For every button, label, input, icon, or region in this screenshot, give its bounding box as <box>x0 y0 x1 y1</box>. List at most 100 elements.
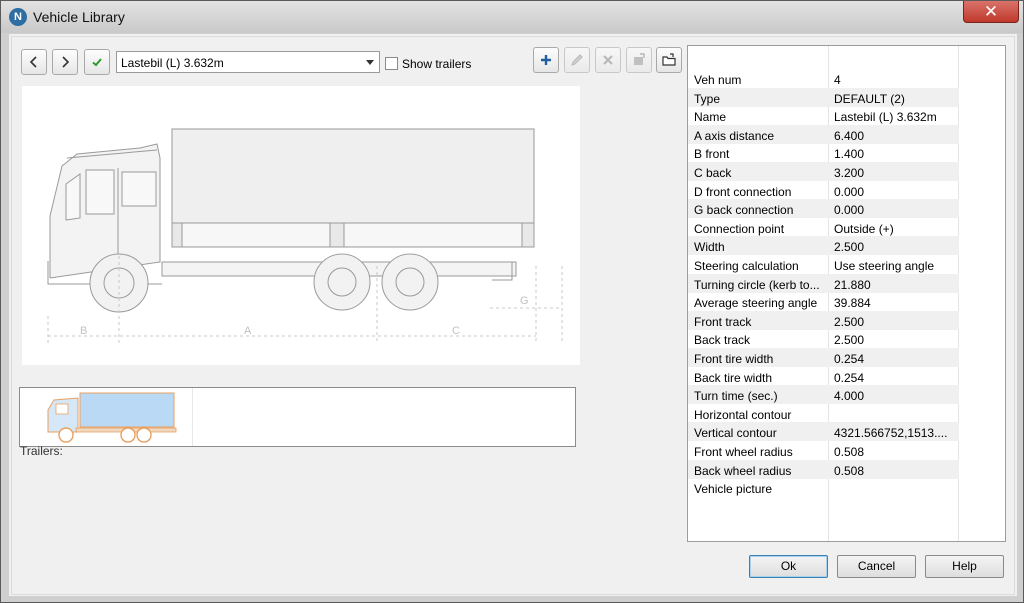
property-value[interactable]: 39.884 <box>834 296 956 310</box>
property-key: Back wheel radius <box>694 463 792 478</box>
property-row[interactable]: G back connection 0.000 <box>688 199 959 219</box>
property-row[interactable]: Back wheel radius 0.508 <box>688 459 959 479</box>
chevron-right-icon <box>62 56 70 68</box>
trailers-label: Trailers: <box>20 444 63 458</box>
properties-grid[interactable]: Veh num 4 Type DEFAULT (2) Name Lastebil (L) … <box>687 45 1006 542</box>
property-row[interactable]: Name Lastebil (L) 3.632m <box>688 106 959 125</box>
property-row[interactable]: Steering calculation Use steering angle <box>688 255 959 274</box>
property-value[interactable]: 2.500 <box>834 333 956 347</box>
property-value[interactable]: 0.000 <box>834 203 956 217</box>
truck-thumbnail-icon <box>47 392 177 443</box>
delete-icon <box>603 55 613 65</box>
property-row[interactable]: C back 3.200 <box>688 162 959 181</box>
property-row[interactable]: A axis distance 6.400 <box>688 124 959 144</box>
property-value[interactable]: 6.400 <box>834 129 956 143</box>
close-button[interactable]: ✕ <box>963 1 1019 23</box>
vehicle-library-window: N Vehicle Library ✕ Lastebil (L) 3.632m … <box>0 0 1024 603</box>
property-key: B front <box>694 147 730 162</box>
chevron-left-icon <box>29 56 37 68</box>
property-key: Turning circle (kerb to... <box>694 277 820 292</box>
property-value[interactable]: 2.500 <box>834 315 956 329</box>
property-key: Front track <box>694 314 752 329</box>
export-vehicle-button[interactable] <box>626 47 652 73</box>
checkmark-icon <box>92 58 102 67</box>
property-key: G back connection <box>694 203 794 218</box>
edit-icon <box>571 54 583 66</box>
property-value[interactable]: 0.508 <box>834 464 956 478</box>
property-row[interactable]: Vehicle picture <box>688 478 959 497</box>
property-key: Width <box>694 240 725 255</box>
cancel-button[interactable]: Cancel <box>837 555 916 578</box>
property-value[interactable]: Outside (+) <box>834 222 956 236</box>
open-folder-icon <box>662 53 676 66</box>
property-row[interactable]: B front 1.400 <box>688 143 959 162</box>
open-library-button[interactable] <box>656 47 682 73</box>
edit-vehicle-button[interactable] <box>564 47 590 73</box>
vehicle-select-value: Lastebil (L) 3.632m <box>121 56 224 70</box>
delete-vehicle-button[interactable] <box>595 47 621 73</box>
property-row[interactable]: Back tire width 0.254 <box>688 367 959 386</box>
property-row[interactable]: Front tire width 0.254 <box>688 348 959 367</box>
truck-drawing: B A C G <box>47 128 563 344</box>
property-key: Horizontal contour <box>694 407 792 422</box>
property-value[interactable]: 0.254 <box>834 371 956 385</box>
property-key: Front wheel radius <box>694 445 793 459</box>
app-icon: N <box>9 8 27 26</box>
property-key: Steering calculation <box>694 259 799 273</box>
property-row[interactable]: D front connection 0.000 <box>688 181 959 200</box>
chevron-down-icon[interactable] <box>366 60 374 65</box>
property-value[interactable]: 4321.566752,1513.... <box>834 426 956 440</box>
property-row[interactable]: Type DEFAULT (2) <box>688 87 959 107</box>
property-key: Average steering angle <box>694 296 818 311</box>
title-bar[interactable]: N Vehicle Library ✕ <box>1 1 1023 33</box>
property-value[interactable]: 1.400 <box>834 147 956 161</box>
property-key: Turn time (sec.) <box>694 389 778 404</box>
next-vehicle-button[interactable] <box>52 49 78 75</box>
property-row[interactable]: Connection point Outside (+) <box>688 218 959 237</box>
property-row[interactable]: Average steering angle 39.884 <box>688 292 959 311</box>
property-value[interactable]: 4.000 <box>834 389 956 403</box>
property-value[interactable]: 0.254 <box>834 352 956 366</box>
show-trailers-checkbox[interactable] <box>385 57 398 70</box>
property-row[interactable]: Back track 2.500 <box>688 329 959 348</box>
show-trailers-label[interactable]: Show trailers <box>402 57 471 71</box>
property-row[interactable]: Width 2.500 <box>688 236 959 256</box>
property-value[interactable]: Lastebil (L) 3.632m <box>834 110 956 124</box>
property-value[interactable]: 4 <box>834 73 956 87</box>
property-row[interactable]: Veh num 4 <box>688 69 959 88</box>
property-value[interactable]: 0.508 <box>834 445 956 459</box>
property-row[interactable]: Turning circle (kerb to... 21.880 <box>688 273 959 293</box>
vehicle-preview: B A C G <box>22 86 580 365</box>
ok-button[interactable]: Ok <box>749 555 828 578</box>
vehicle-thumbnail[interactable] <box>20 388 193 446</box>
property-value[interactable]: 21.880 <box>834 278 956 292</box>
property-value[interactable]: DEFAULT (2) <box>834 92 956 106</box>
property-value[interactable]: 2.500 <box>834 240 956 254</box>
add-vehicle-button[interactable] <box>533 47 559 73</box>
window-title: Vehicle Library <box>33 9 125 25</box>
property-row[interactable]: Horizontal contour <box>688 404 959 423</box>
trailer-list[interactable] <box>19 387 576 447</box>
property-row[interactable]: Front track 2.500 <box>688 310 959 330</box>
property-value[interactable]: Use steering angle <box>834 259 956 273</box>
dimension-label-a: A <box>244 325 252 337</box>
dimension-label-g: G <box>520 295 529 307</box>
property-key: Vehicle picture <box>694 482 773 497</box>
vehicle-select[interactable]: Lastebil (L) 3.632m <box>116 51 380 73</box>
property-value[interactable]: 0.000 <box>834 185 956 199</box>
apply-button[interactable] <box>84 49 110 75</box>
property-value[interactable]: 3.200 <box>834 166 956 180</box>
dimension-label-c: C <box>452 325 460 337</box>
property-row[interactable]: Vertical contour 4321.566752,1513.... <box>688 422 959 442</box>
help-button[interactable]: Help <box>925 555 1004 578</box>
dimension-label-b: B <box>80 325 87 337</box>
previous-vehicle-button[interactable] <box>21 49 47 75</box>
property-key: Connection point <box>694 221 785 236</box>
property-key: C back <box>694 166 732 180</box>
property-row[interactable]: Front wheel radius 0.508 <box>688 441 959 460</box>
dialog-client: Lastebil (L) 3.632m Show trailers B A C … <box>9 34 1017 596</box>
property-key: Front tire width <box>694 352 774 366</box>
property-row[interactable]: Turn time (sec.) 4.000 <box>688 385 959 405</box>
property-key: Vertical contour <box>694 426 777 441</box>
property-key: A axis distance <box>694 128 775 143</box>
